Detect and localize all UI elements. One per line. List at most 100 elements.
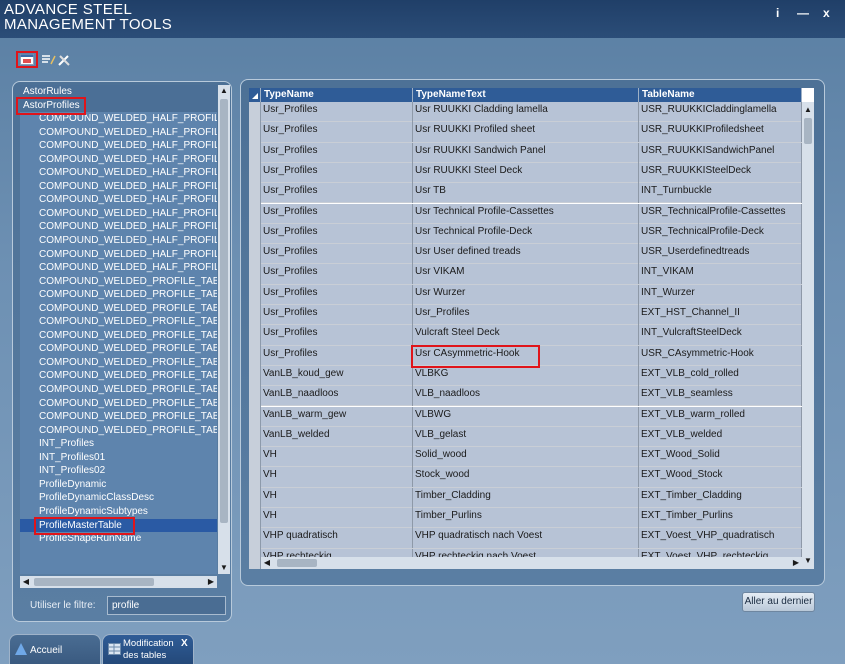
table-cell[interactable]: Usr_Profiles <box>261 142 413 163</box>
table-cell[interactable]: VH <box>261 508 413 528</box>
go-to-last-button[interactable]: Aller au dernier <box>742 592 815 612</box>
table-cell[interactable]: EXT_HST_Channel_II <box>639 305 802 325</box>
table-cell[interactable]: EXT_Voest_VHP_quadratisch <box>639 528 802 549</box>
table-cell[interactable]: Usr_Profiles <box>261 284 413 305</box>
tree-item[interactable]: COMPOUND_WELDED_HALF_PROFILE_TABLE <box>20 248 217 262</box>
table-row[interactable]: Usr_Profiles Usr RUUKKI Cladding lamella U… <box>261 102 802 123</box>
table-cell[interactable]: USR_Userdefinedtreads <box>639 244 802 265</box>
tree-item[interactable]: COMPOUND_WELDED_PROFILE_TABLE <box>20 397 217 411</box>
scroll-right-icon[interactable]: ▶ <box>205 576 217 588</box>
tab-close-icon[interactable]: X <box>181 638 188 649</box>
scroll-left-icon[interactable]: ◀ <box>261 557 273 569</box>
minimize-button[interactable]: — <box>797 6 809 20</box>
tree-item[interactable]: INT_Profiles <box>20 437 217 451</box>
tree-item[interactable]: COMPOUND_WELDED_PROFILE_TABLE <box>20 356 217 370</box>
table-cell[interactable]: Usr_Profiles <box>261 325 413 346</box>
scroll-left-icon[interactable]: ◀ <box>20 576 32 588</box>
table-cell[interactable]: Usr Wurzer <box>413 284 639 305</box>
table-cell[interactable]: VLB_naadloos <box>413 386 639 407</box>
filter-input[interactable]: profile <box>107 596 226 615</box>
tree-item[interactable]: COMPOUND_WELDED_PROFILE_TABLE <box>20 383 217 397</box>
table-row[interactable]: Usr_Profiles Usr RUUKKI Sandwich Panel USR… <box>261 142 802 163</box>
edit-list-icon[interactable] <box>41 53 57 67</box>
table-cell[interactable]: VHP quadratisch nach Voest <box>413 528 639 549</box>
grid-vertical-scrollbar[interactable]: ▲ ▼ <box>802 102 814 569</box>
table-row[interactable]: Usr_Profiles Usr TB INT_Turnbuckle <box>261 183 802 204</box>
column-header-typename[interactable]: TypeName <box>261 88 413 102</box>
table-cell[interactable]: VHP quadratisch <box>261 528 413 549</box>
table-row[interactable]: VHP quadratisch VHP quadratisch nach Voes… <box>261 528 802 549</box>
table-row[interactable]: VH Timber_Purlins EXT_Timber_Purlins <box>261 508 802 529</box>
table-cell[interactable]: Usr_Profiles <box>261 345 413 366</box>
table-cell[interactable]: Usr_Profiles <box>261 244 413 265</box>
table-row[interactable]: VanLB_naadloos VLB_naadloos EXT_VLB_seamle… <box>261 386 802 407</box>
table-cell[interactable]: Usr RUUKKI Steel Deck <box>413 162 639 183</box>
tree-item[interactable]: COMPOUND_WELDED_HALF_PROFILE_TABLE <box>20 261 217 275</box>
table-cell[interactable]: EXT_Wood_Solid <box>639 447 802 468</box>
table-cell[interactable]: Usr_Profiles <box>261 305 413 325</box>
table-row[interactable]: VH Timber_Cladding EXT_Timber_Cladding <box>261 487 802 508</box>
table-cell[interactable]: VH <box>261 447 413 468</box>
table-cell[interactable]: VH <box>261 467 413 488</box>
table-cell[interactable]: Timber_Cladding <box>413 487 639 508</box>
tree-item[interactable]: COMPOUND_WELDED_PROFILE_TABLE <box>20 424 217 438</box>
table-cell[interactable]: USR_CAsymmetric-Hook <box>639 345 802 366</box>
table-cell[interactable]: Stock_wood <box>413 467 639 488</box>
tree-item[interactable]: COMPOUND_WELDED_PROFILE_TABLE <box>20 315 217 329</box>
table-row[interactable]: VanLB_welded VLB_gelast EXT_VLB_welded <box>261 426 802 448</box>
scroll-down-icon[interactable]: ▼ <box>218 562 230 574</box>
table-cell[interactable]: EXT_VLB_cold_rolled <box>639 365 802 386</box>
table-cell[interactable]: INT_VulcraftSteelDeck <box>639 325 802 346</box>
info-button[interactable]: i <box>776 6 779 20</box>
table-cell[interactable]: USR_RUUKKISandwichPanel <box>639 142 802 163</box>
table-cell[interactable]: VanLB_koud_gew <box>261 365 413 386</box>
tree-item[interactable]: COMPOUND_WELDED_HALF_PROFILE_TABLE <box>20 126 217 140</box>
table-row[interactable]: Usr_Profiles Vulcraft Steel Deck INT_Vulcr… <box>261 325 802 346</box>
table-cell[interactable]: Usr_Profiles <box>413 305 639 325</box>
table-cell[interactable]: Usr_Profiles <box>261 223 413 244</box>
table-row[interactable]: Usr_Profiles Usr_Profiles EXT_HST_Channel_… <box>261 305 802 326</box>
table-cell[interactable]: INT_VIKAM <box>639 264 802 285</box>
table-cell[interactable]: EXT_VLB_warm_rolled <box>639 406 802 427</box>
table-cell[interactable]: EXT_Timber_Purlins <box>639 508 802 528</box>
table-cell[interactable]: USR_RUUKKIProfiledsheet <box>639 122 802 143</box>
table-row[interactable]: Usr_Profiles Usr RUUKKI Profiled sheet USR… <box>261 122 802 143</box>
table-cell[interactable]: Usr_Profiles <box>261 183 413 204</box>
table-cell[interactable]: EXT_VLB_seamless <box>639 386 802 407</box>
table-row[interactable]: VH Solid_wood EXT_Wood_Solid <box>261 447 802 468</box>
table-row[interactable]: Usr_Profiles Usr Technical Profile-Casset… <box>261 203 802 224</box>
table-cell[interactable]: Solid_wood <box>413 447 639 468</box>
select-all-icon[interactable] <box>249 88 261 102</box>
tree-item[interactable]: ProfileDynamic <box>20 478 217 492</box>
tree-item[interactable]: INT_Profiles02 <box>20 464 217 478</box>
table-cell[interactable]: VH <box>261 487 413 508</box>
table-cell[interactable]: Usr VIKAM <box>413 264 639 285</box>
table-row[interactable]: Usr_Profiles Usr Wurzer INT_Wurzer <box>261 284 802 305</box>
table-cell[interactable]: Usr_Profiles <box>261 203 413 224</box>
tree-item[interactable]: COMPOUND_WELDED_HALF_PROFILE_TABLE <box>20 220 217 234</box>
scroll-thumb[interactable] <box>804 118 812 144</box>
tree-item[interactable]: COMPOUND_WELDED_HALF_PROFILE_TABLE <box>20 153 217 167</box>
table-cell[interactable]: Timber_Purlins <box>413 508 639 528</box>
table-cell[interactable]: USR_TechnicalProfile-Deck <box>639 223 802 244</box>
table-cell[interactable]: EXT_Wood_Stock <box>639 467 802 488</box>
tree-item[interactable]: COMPOUND_WELDED_HALF_PROFILE_TABLE <box>20 234 217 248</box>
table-cell[interactable]: VanLB_naadloos <box>261 386 413 407</box>
table-cell[interactable]: Usr User defined treads <box>413 244 639 265</box>
table-cell[interactable]: VLBWG <box>413 406 639 427</box>
table-cell[interactable]: VanLB_warm_gew <box>261 406 413 427</box>
table-cell[interactable]: Vulcraft Steel Deck <box>413 325 639 346</box>
table-cell[interactable]: INT_Turnbuckle <box>639 183 802 204</box>
scroll-right-icon[interactable]: ▶ <box>790 557 802 569</box>
table-row[interactable]: Usr_Profiles Usr User defined treads USR_U… <box>261 244 802 265</box>
grid-horizontal-scrollbar[interactable]: ◀ ▶ <box>261 557 802 569</box>
tree-item[interactable]: COMPOUND_WELDED_PROFILE_TABLE <box>20 302 217 316</box>
table-cell[interactable]: Usr Technical Profile-Cassettes <box>413 203 639 224</box>
tree-item[interactable]: COMPOUND_WELDED_PROFILE_TABLE <box>20 410 217 424</box>
tree-item[interactable]: COMPOUND_WELDED_PROFILE_TABLE <box>20 342 217 356</box>
table-cell[interactable]: INT_Wurzer <box>639 284 802 305</box>
table-cell[interactable]: Usr Technical Profile-Deck <box>413 223 639 244</box>
h-scroll-thumb[interactable] <box>34 578 154 586</box>
table-cell[interactable]: Usr RUUKKI Cladding lamella <box>413 102 639 122</box>
tree-item[interactable]: INT_Profiles01 <box>20 451 217 465</box>
